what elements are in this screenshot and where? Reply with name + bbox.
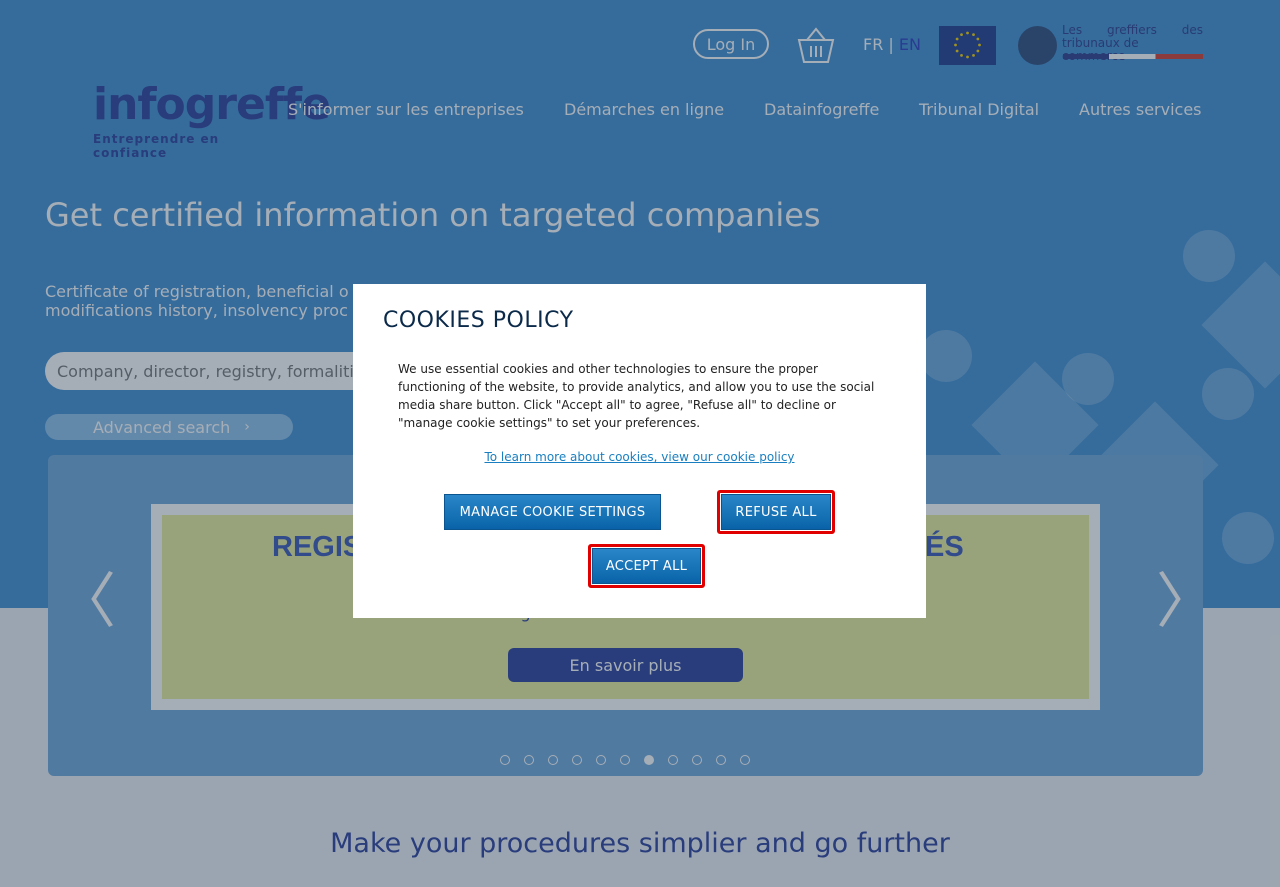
accept-all-button[interactable]: ACCEPT ALL bbox=[592, 548, 701, 584]
cookie-consent-modal: COOKIES POLICY We use essential cookies … bbox=[353, 284, 926, 618]
cookie-policy-link-text[interactable]: To learn more about cookies, view our co… bbox=[484, 450, 794, 464]
refuse-all-button[interactable]: REFUSE ALL bbox=[721, 494, 831, 530]
manage-cookie-settings-button[interactable]: MANAGE COOKIE SETTINGS bbox=[444, 494, 661, 530]
cookie-policy-link: To learn more about cookies, view our co… bbox=[353, 450, 926, 464]
modal-title: COOKIES POLICY bbox=[383, 308, 574, 333]
modal-body-text: We use essential cookies and other techn… bbox=[398, 362, 875, 430]
